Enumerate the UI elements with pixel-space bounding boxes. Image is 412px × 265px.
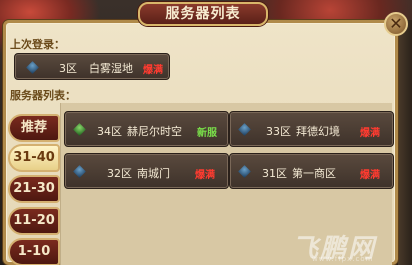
server-zone: 34区	[97, 125, 122, 138]
status-badge: 爆满	[195, 170, 215, 181]
server-zone: 33区	[266, 125, 291, 138]
status-badge: 爆满	[360, 170, 380, 181]
last-login-server-card[interactable]: 3区 白雾湿地 爆满	[14, 53, 170, 80]
server-name: 拜德幻境	[296, 125, 340, 138]
window-title: 服务器列表	[138, 2, 268, 26]
tab-recommended[interactable]: 推荐	[8, 114, 60, 142]
server-card[interactable]: 31区 第一商区 爆满	[229, 153, 394, 189]
gem-blue-icon	[73, 165, 86, 178]
gem-blue-icon	[238, 123, 251, 136]
tab-11-20[interactable]: 11-20	[8, 207, 60, 235]
close-button[interactable]: ✕	[384, 12, 408, 36]
server-card[interactable]: 32区 南城门 爆满	[64, 153, 229, 189]
server-zone: 3区	[59, 62, 77, 75]
gem-green-icon	[73, 123, 86, 136]
status-badge: 新服	[197, 128, 217, 139]
server-name: 赫尼尔时空	[127, 125, 182, 138]
server-zone: 32区	[107, 167, 132, 180]
gem-blue-icon	[238, 165, 251, 178]
status-badge: 爆满	[360, 128, 380, 139]
watermark-url: www.ffpx.com	[312, 255, 374, 263]
server-name: 白雾湿地	[89, 62, 133, 75]
tab-31-40[interactable]: 31-40	[8, 144, 60, 172]
tab-21-30[interactable]: 21-30	[8, 175, 60, 203]
server-name: 第一商区	[292, 167, 336, 180]
watermark-logo: 飞鹏网	[292, 234, 377, 264]
tab-1-10[interactable]: 1-10	[8, 238, 60, 265]
server-list-label: 服务器列表：	[10, 89, 76, 102]
status-badge: 爆满	[143, 65, 163, 76]
server-card[interactable]: 34区 赫尼尔时空 新服	[64, 111, 229, 147]
gem-blue-icon	[26, 61, 39, 74]
server-zone: 31区	[262, 167, 287, 180]
last-login-label: 上次登录：	[10, 38, 65, 51]
server-name: 南城门	[137, 167, 170, 180]
close-icon: ✕	[389, 14, 403, 33]
server-card[interactable]: 33区 拜德幻境 爆满	[229, 111, 394, 147]
